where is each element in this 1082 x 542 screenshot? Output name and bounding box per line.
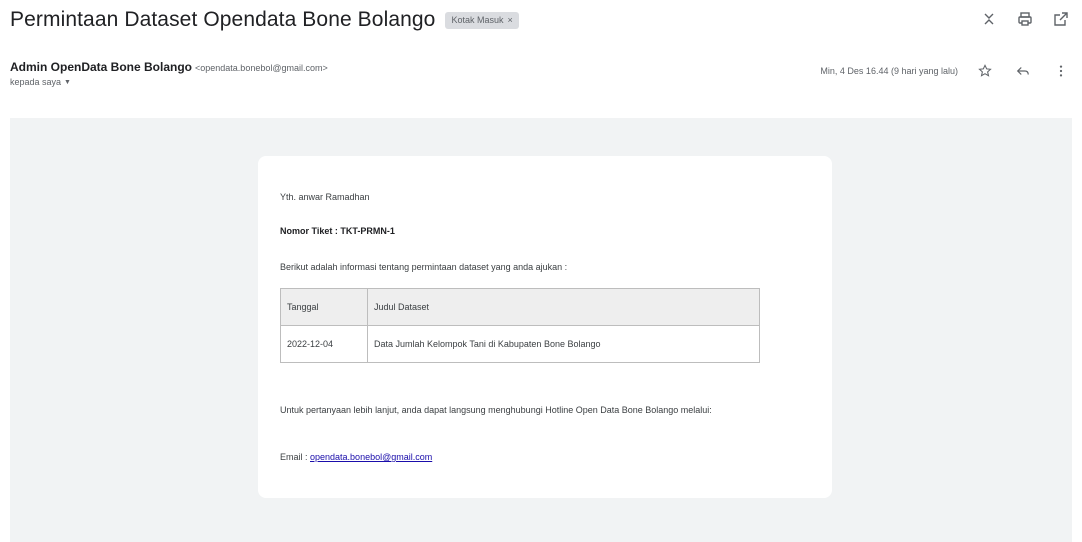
- print-icon[interactable]: [1014, 8, 1036, 30]
- closing-text: Untuk pertanyaan lebih lanjut, anda dapa…: [280, 405, 712, 415]
- cell-title: Data Jumlah Kelompok Tani di Kabupaten B…: [367, 325, 760, 363]
- label-remove-icon[interactable]: ×: [508, 15, 513, 25]
- reply-icon[interactable]: [1012, 60, 1034, 82]
- subject-actions: [978, 8, 1072, 30]
- email-subject: Permintaan Dataset Opendata Bone Bolango: [10, 8, 436, 31]
- sender-row: Admin OpenData Bone Bolango <opendata.bo…: [10, 60, 1072, 92]
- ticket-number: Nomor Tiket : TKT-PRMN-1: [280, 226, 395, 236]
- message-date: Min, 4 Des 16.44 (9 hari yang lalu): [820, 66, 958, 76]
- open-in-new-icon[interactable]: [1050, 8, 1072, 30]
- greeting-text: Yth. anwar Ramadhan: [280, 192, 370, 202]
- intro-text: Berikut adalah informasi tentang permint…: [280, 262, 568, 272]
- caret-down-icon: ▼: [64, 78, 71, 86]
- contact-email-link[interactable]: opendata.bonebol@gmail.com: [310, 452, 432, 462]
- more-vert-icon[interactable]: [1050, 60, 1072, 82]
- sender-name: Admin OpenData Bone Bolango: [10, 60, 193, 74]
- table-row: 2022-12-04 Data Jumlah Kelompok Tani di …: [280, 325, 760, 363]
- table-header-row: Tanggal Judul Dataset: [280, 288, 760, 326]
- column-header-date: Tanggal: [280, 288, 368, 326]
- message-card: Yth. anwar Ramadhan Nomor Tiket : TKT-PR…: [258, 156, 832, 498]
- inbox-label-chip[interactable]: Kotak Masuk ×: [445, 11, 519, 29]
- star-icon[interactable]: [974, 60, 996, 82]
- unfold-icon[interactable]: [978, 8, 1000, 30]
- column-header-title: Judul Dataset: [367, 288, 760, 326]
- email-view: Permintaan Dataset Opendata Bone Bolango…: [0, 0, 1082, 542]
- subject-row: Permintaan Dataset Opendata Bone Bolango…: [10, 6, 1072, 34]
- sender-email: <opendata.bonebol@gmail.com>: [195, 63, 328, 73]
- recipient-text: kepada saya: [10, 77, 62, 87]
- email-label: Email :: [280, 452, 311, 462]
- message-meta: Min, 4 Des 16.44 (9 hari yang lalu): [820, 60, 1072, 82]
- label-chip-text: Kotak Masuk: [451, 15, 504, 25]
- message-body-background: Yth. anwar Ramadhan Nomor Tiket : TKT-PR…: [10, 118, 1072, 542]
- cell-date: 2022-12-04: [280, 325, 368, 363]
- dataset-table: Tanggal Judul Dataset 2022-12-04 Data Ju…: [280, 288, 760, 363]
- contact-email-line: Email : opendata.bonebol@gmail.com: [280, 452, 432, 462]
